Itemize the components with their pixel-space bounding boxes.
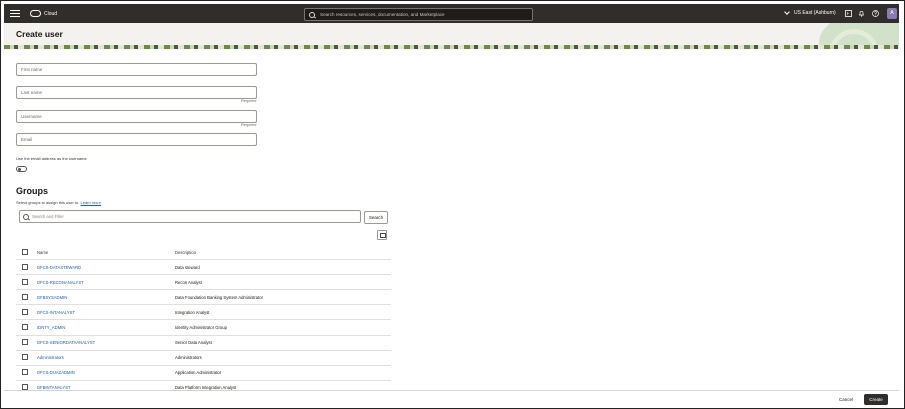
group-name-link[interactable]: DFCS-DUAZADMIN [37,370,75,375]
group-name-link[interactable]: DFCS-DATASTEWARD [37,265,81,270]
email-field[interactable]: Email [16,133,257,146]
table-row[interactable]: DFCS-INTANALYST Integration Analyst [16,304,391,321]
create-button[interactable]: Create [864,394,888,405]
username-required-hint: Required [241,123,257,127]
global-search-input[interactable]: Search resources, services, documentatio… [304,8,533,21]
chevron-down-icon [784,9,790,15]
cancel-button[interactable]: Cancel [839,397,853,402]
oracle-cloud-logo[interactable]: Cloud [30,10,57,17]
help-icon[interactable] [872,10,879,17]
app-frame: Cloud Search resources, services, docume… [0,0,905,409]
email-placeholder: Email [21,137,33,142]
row-checkbox[interactable] [22,339,28,346]
row-checkbox[interactable] [22,369,28,376]
groups-heading: Groups [16,186,49,196]
table-row[interactable]: DFCS-DUAZADMIN Application Administrator [16,365,391,381]
group-name-link[interactable]: Administrators [37,355,64,360]
page-header: Create user [4,23,899,49]
row-checkbox[interactable] [22,354,28,361]
manage-columns-icon[interactable] [377,230,387,240]
table-row[interactable]: DFCS-RECONANALYST Recon Analyst [16,274,391,291]
group-description: Senior Data Analyst [175,335,391,351]
table-row[interactable]: DFCS-SENIORDATAANALYST Senior Data Analys… [16,335,391,351]
page-footer: Cancel Create [4,390,899,408]
groups-description: Select groups to assign this user to. Le… [16,200,101,205]
menu-icon[interactable] [10,10,20,17]
select-all-checkbox[interactable] [22,248,28,255]
username-placeholder: Username [21,114,42,119]
page-title: Create user [16,29,63,39]
region-label: US East (Ashburn) [794,10,836,16]
row-checkbox[interactable] [22,293,28,300]
group-description: Data Foundation Banking System Administr… [175,289,391,306]
group-name-link[interactable]: DFCS-INTANALYST [37,310,75,315]
brand-label: Cloud [44,10,58,17]
row-checkbox[interactable] [22,263,28,270]
group-description: Identity Administrator Group [175,319,391,336]
row-checkbox[interactable] [22,324,28,331]
table-row[interactable]: Administrators Administrators [16,350,391,366]
group-name-link[interactable]: DFBSYSADMIN [37,295,67,300]
group-description: Data steward [175,259,391,276]
groups-subtitle: Select groups to assign this user to. [16,200,80,205]
last-name-placeholder: Last name [21,90,43,95]
table-header-row: Name Description [16,245,391,261]
last-name-field[interactable]: Last name [16,86,257,99]
use-email-as-username-toggle[interactable] [16,166,27,172]
first-name-field[interactable]: First name [16,63,257,76]
groups-search-button[interactable]: Search [364,211,388,224]
group-description: Application Administrator [175,365,391,381]
cloud-shell-icon[interactable] [845,10,852,17]
global-search-placeholder: Search resources, services, documentatio… [320,12,445,17]
groups-table: Name Description DFCS-DATASTEWARD Data st… [16,245,391,396]
use-email-as-username-label: Use the email address as the username [16,156,87,161]
group-name-link[interactable]: IDNTY_ADMIN [37,325,65,330]
groups-search-input[interactable]: Search and Filter [19,210,361,223]
group-name-link[interactable]: DFCS-RECONANALYST [37,280,84,285]
first-name-placeholder: First name [21,67,43,72]
search-icon [23,214,29,220]
table-row[interactable]: IDNTY_ADMIN Identity Administrator Group [16,319,391,336]
table-row[interactable]: DFBSYSADMIN Data Foundation Banking Syste… [16,289,391,306]
region-selector[interactable]: US East (Ashburn) [784,9,836,16]
avatar[interactable]: A [887,8,897,19]
username-field[interactable]: Username [16,110,257,123]
bell-icon[interactable] [858,10,865,17]
top-navigation-bar: Cloud Search resources, services, docume… [4,4,899,23]
last-name-required-hint: Required [241,99,257,103]
group-description: Administrators [175,350,391,366]
table-row[interactable]: DFCS-DATASTEWARD Data steward [16,259,391,276]
groups-search-placeholder: Search and Filter [32,214,64,219]
oracle-logo-icon [30,10,41,17]
column-header-description[interactable]: Description [175,245,391,261]
column-header-name[interactable]: Name [37,245,175,261]
group-description: Recon Analyst [175,274,391,291]
header-pattern-stripe [4,45,899,49]
row-checkbox[interactable] [22,278,28,285]
search-icon [309,11,315,18]
group-name-link[interactable]: DFCS-SENIORDATAANALYST [37,340,95,345]
row-checkbox[interactable] [22,308,28,315]
group-description: Integration Analyst [175,304,391,321]
learn-more-link[interactable]: Learn more [81,200,101,205]
